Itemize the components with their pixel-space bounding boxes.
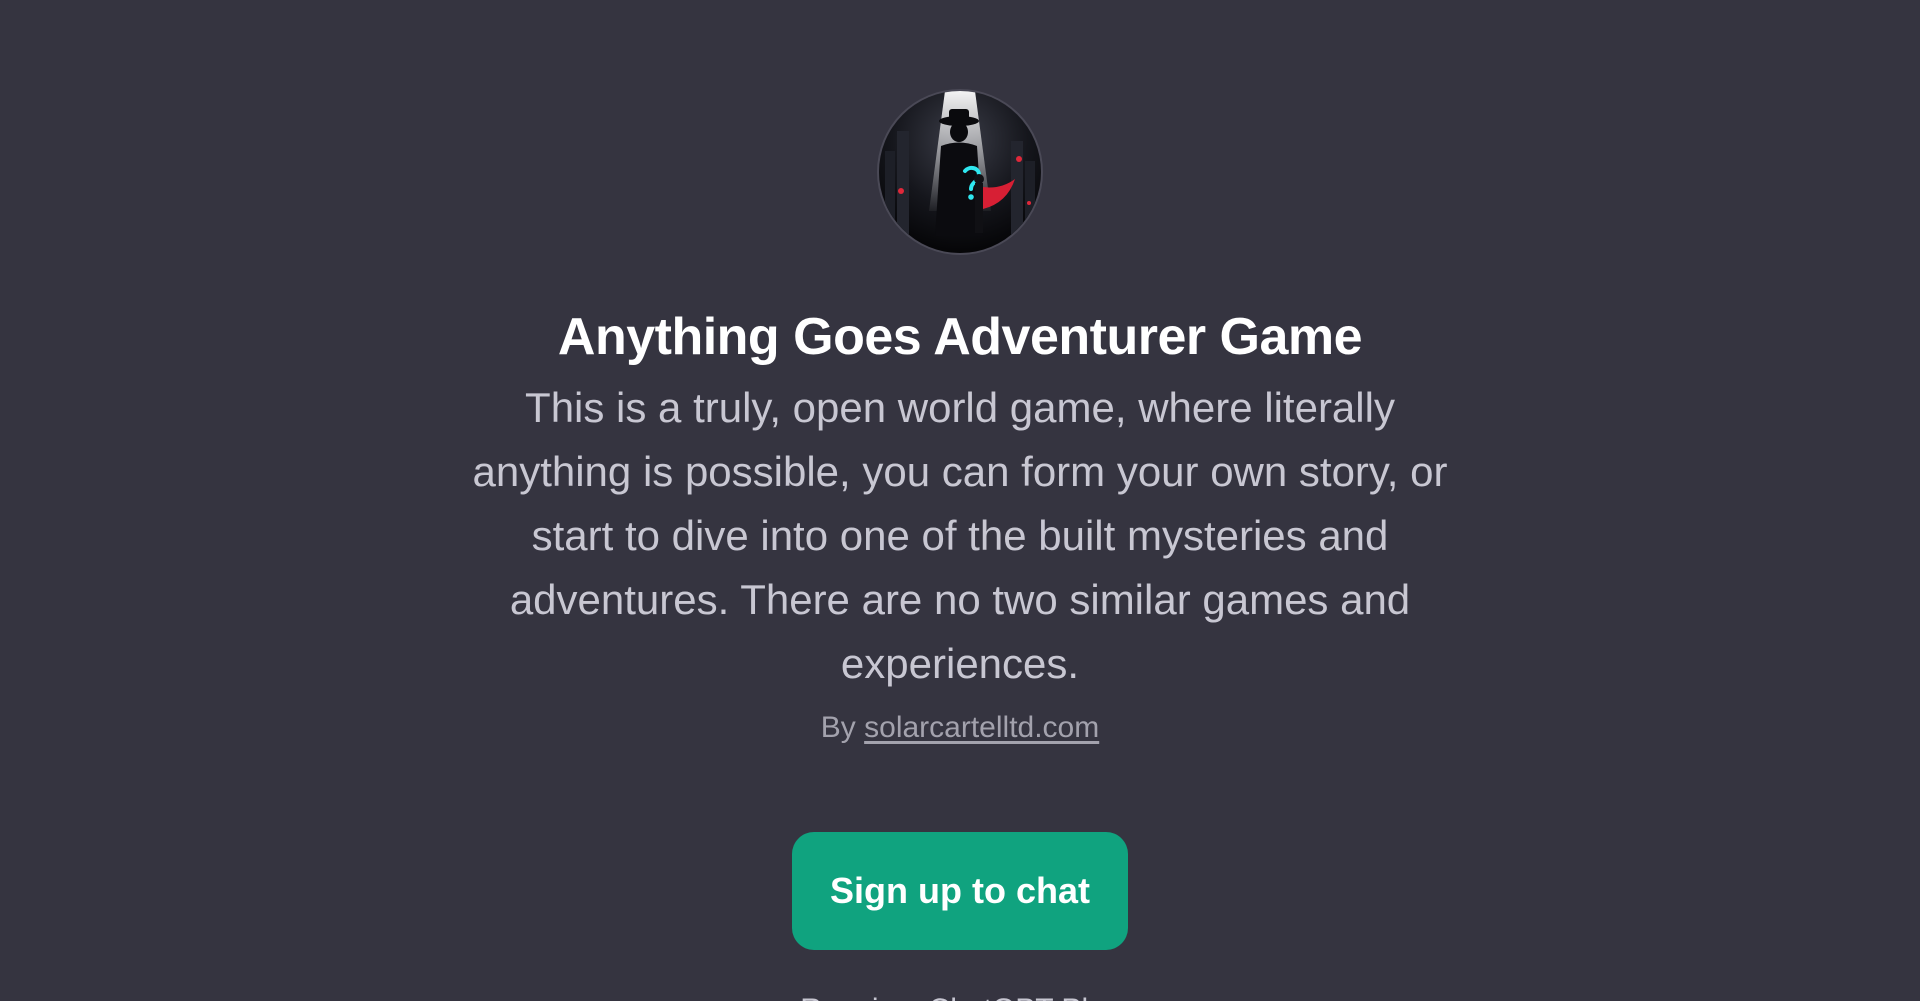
gpt-description: This is a truly, open world game, where …: [472, 384, 1448, 687]
author-link[interactable]: solarcartelltd.com: [864, 711, 1099, 744]
gpt-title: Anything Goes Adventurer Game: [557, 308, 1363, 366]
byline-prefix: By: [820, 711, 856, 744]
detective-image: [879, 91, 1041, 253]
author-byline: By solarcartelltd.com: [0, 708, 1920, 748]
gpt-landing-page: Anything Goes Adventurer Game This is a …: [0, 0, 1920, 1001]
plus-requirement-note: Requires ChatGPT Plus: [0, 990, 1920, 1001]
sign-up-to-chat-button[interactable]: Sign up to chat: [792, 832, 1128, 950]
gpt-avatar: [879, 91, 1041, 253]
